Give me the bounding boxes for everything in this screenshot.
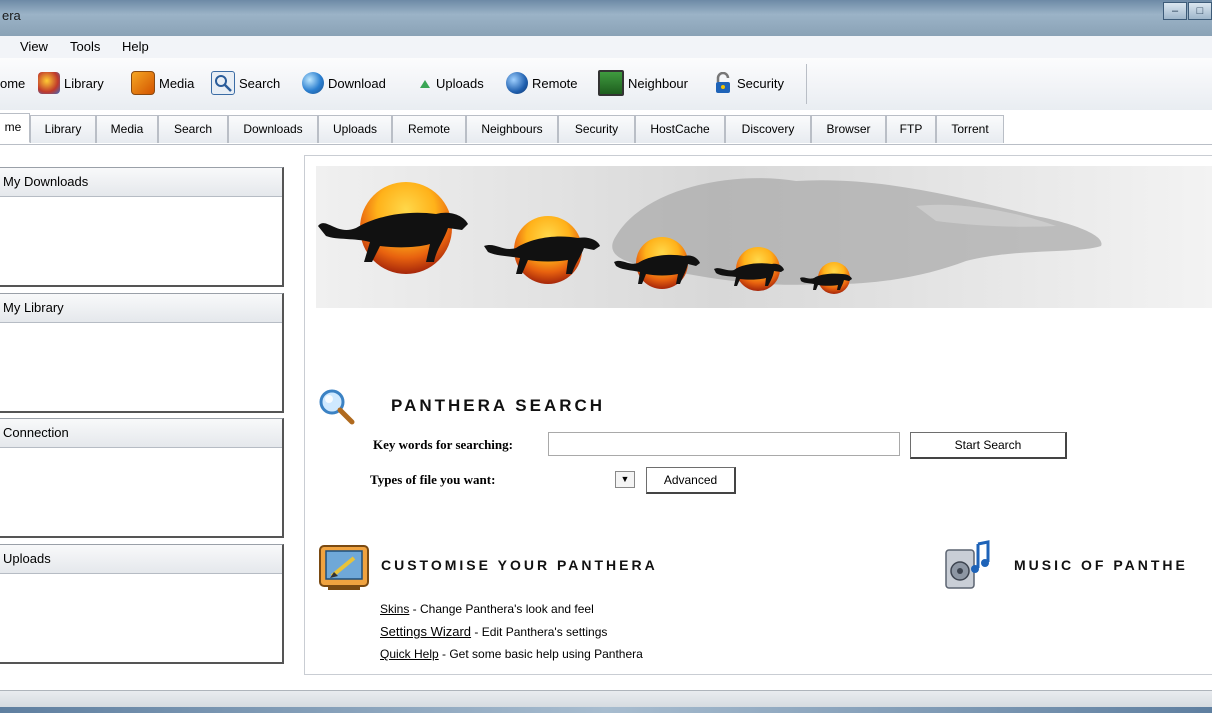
maximize-icon[interactable]: □ [1188, 2, 1212, 20]
quick-help-desc: - Get some basic help using Panthera [438, 647, 643, 661]
upload-arrow-icon [418, 72, 432, 94]
minimize-icon[interactable]: – [1163, 2, 1187, 20]
toolbar-home-label: ome [0, 75, 26, 91]
advanced-button[interactable]: Advanced [646, 467, 736, 494]
menu-item-view[interactable]: View [20, 39, 48, 54]
toolbar-download-label: Download [328, 75, 386, 91]
file-types-dropdown[interactable]: ▼ [615, 471, 635, 488]
music-speaker-icon [940, 538, 992, 594]
tab-torrent[interactable]: Torrent [936, 115, 1004, 143]
tab-uploads[interactable]: Uploads [318, 115, 392, 143]
connection-header[interactable]: Connection [0, 419, 282, 448]
customise-title: CUSTOMISE YOUR PANTHERA [381, 557, 658, 573]
tab-remote[interactable]: Remote [392, 115, 466, 143]
tab-neighbours[interactable]: Neighbours [466, 115, 558, 143]
my-downloads-panel: My Downloads [0, 167, 284, 287]
toolbar-library-button[interactable]: Library [38, 68, 104, 98]
tab-search[interactable]: Search [158, 115, 228, 143]
customise-icon [318, 542, 372, 594]
remote-globe-icon [506, 72, 528, 94]
tab-library[interactable]: Library [30, 115, 96, 143]
toolbar-search-label: Search [239, 75, 281, 91]
toolbar-security-label: Security [737, 75, 784, 91]
music-title: MUSIC OF PANTHE [1014, 557, 1188, 573]
keywords-label: Key words for searching: [373, 437, 513, 452]
status-bar [0, 690, 1212, 713]
my-library-header[interactable]: My Library [0, 294, 282, 323]
panther-logo-graphic [318, 178, 1102, 294]
title-bar: era – □ [0, 0, 1212, 36]
toolbar-home-button[interactable]: ome [0, 68, 25, 98]
taskbar-strip [0, 707, 1212, 713]
toolbar-media-label: Media [159, 75, 195, 91]
toolbar-uploads-label: Uploads [436, 75, 484, 91]
settings-wizard-link[interactable]: Settings Wizard [380, 624, 471, 639]
toolbar-neighbour-button[interactable]: Neighbour [598, 68, 688, 98]
tab-ftp[interactable]: FTP [886, 115, 936, 143]
skins-row: Skins - Change Panthera's look and feel [380, 602, 594, 616]
search-icon [211, 71, 235, 95]
library-icon [38, 72, 60, 94]
settings-wizard-desc: - Edit Panthera's settings [471, 625, 608, 639]
tab-browser[interactable]: Browser [811, 115, 886, 143]
my-library-panel: My Library [0, 293, 284, 413]
tab-downloads[interactable]: Downloads [228, 115, 318, 143]
start-search-button[interactable]: Start Search [910, 432, 1067, 459]
magnifier-icon [316, 386, 356, 426]
padlock-icon [713, 71, 733, 94]
toolbar: ome Library Media Search Download Upload… [0, 58, 1212, 111]
skins-desc: - Change Panthera's look and feel [409, 602, 594, 616]
left-panel: My Downloads My Library Connection Uploa… [0, 145, 300, 685]
settings-wizard-row: Settings Wizard - Edit Panthera's settin… [380, 624, 607, 639]
keywords-input[interactable] [548, 432, 900, 456]
tab-hostcache[interactable]: HostCache [635, 115, 725, 143]
file-types-label: Types of file you want: [370, 472, 496, 487]
panthera-banner [316, 166, 1212, 308]
download-globe-icon [302, 72, 324, 94]
toolbar-neighbour-label: Neighbour [628, 75, 688, 91]
my-downloads-header[interactable]: My Downloads [0, 168, 282, 197]
quick-help-row: Quick Help - Get some basic help using P… [380, 647, 643, 661]
toolbar-media-button[interactable]: Media [131, 68, 194, 98]
toolbar-search-button[interactable]: Search [211, 68, 280, 98]
window-title: era [2, 8, 21, 23]
window-controls: – □ [1162, 2, 1212, 22]
tab-security[interactable]: Security [558, 115, 635, 143]
toolbar-uploads-button[interactable]: Uploads [418, 68, 484, 98]
tab-home[interactable]: me [0, 113, 30, 143]
toolbar-download-button[interactable]: Download [302, 68, 386, 98]
menu-bar: View Tools Help [0, 36, 1212, 59]
toolbar-separator [806, 64, 807, 104]
skins-link[interactable]: Skins [380, 602, 409, 616]
menu-item-tools[interactable]: Tools [70, 39, 100, 54]
toolbar-security-button[interactable]: Security [713, 68, 784, 98]
connection-panel: Connection [0, 418, 284, 538]
quick-help-link[interactable]: Quick Help [380, 647, 439, 661]
toolbar-remote-button[interactable]: Remote [506, 68, 578, 98]
tab-discovery[interactable]: Discovery [725, 115, 811, 143]
media-icon [131, 71, 155, 95]
neighbour-monitor-icon [598, 70, 624, 96]
uploads-panel: Uploads [0, 544, 284, 664]
tab-bar: me Library Media Search Downloads Upload… [0, 110, 1212, 145]
toolbar-library-label: Library [64, 75, 104, 91]
toolbar-remote-label: Remote [532, 75, 578, 91]
menu-item-help[interactable]: Help [122, 39, 149, 54]
uploads-header[interactable]: Uploads [0, 545, 282, 574]
tab-media[interactable]: Media [96, 115, 158, 143]
panthera-search-title: PANTHERA SEARCH [391, 396, 606, 415]
